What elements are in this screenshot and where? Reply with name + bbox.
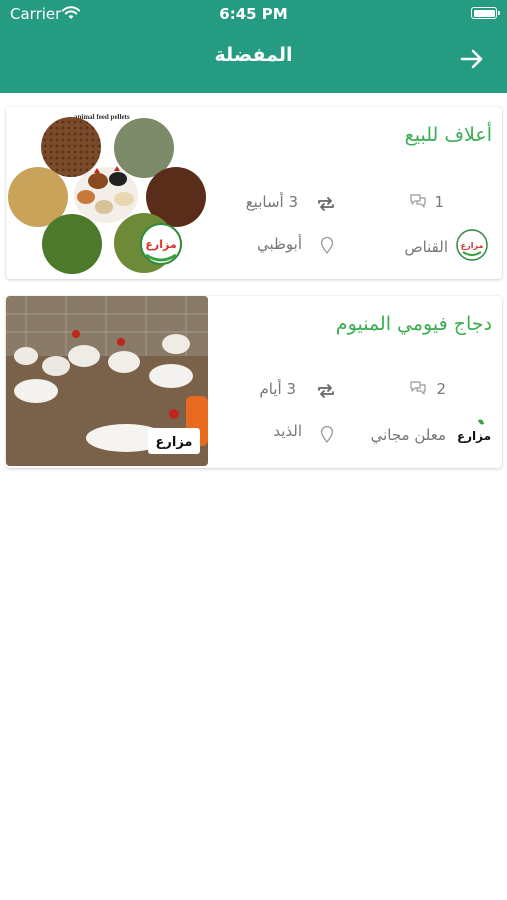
listing-card[interactable]: animal feed pellets مزارع أعلاف للبيع 1 … [6, 107, 502, 279]
listing-location: الذيد [273, 422, 302, 440]
location-pin-icon [320, 425, 334, 443]
svg-text:مزارع: مزارع [461, 241, 484, 250]
seller-name: معلن مجاني [370, 426, 446, 444]
listing-title[interactable]: أعلاف للبيع [405, 124, 492, 146]
status-bar: Carrier 6:45 PM [0, 0, 507, 28]
repost-icon [318, 197, 334, 211]
seller-avatar: مزارع [456, 229, 488, 261]
listing-location: أبوظبي [256, 235, 302, 253]
repost-icon [318, 384, 334, 398]
svg-text:مزارع: مزارع [457, 429, 491, 443]
location-pin-icon [320, 236, 334, 254]
listing-age: 3 أيام [259, 380, 296, 398]
listing-title[interactable]: دجاج فيومي المنيوم [336, 313, 492, 335]
comments-icon [410, 194, 426, 208]
listing-card[interactable]: مزارع دجاج فيومي المنيوم 2 3 أيام معلن م… [6, 296, 502, 468]
listing-age: 3 أسابيع [245, 193, 298, 211]
battery-icon [471, 7, 500, 19]
comments-count: 2 [436, 380, 446, 398]
svg-text:مزارع: مزارع [156, 435, 193, 450]
status-time: 6:45 PM [219, 5, 288, 23]
listing-image[interactable]: مزارع [6, 296, 208, 466]
comments-count: 1 [434, 193, 444, 211]
back-arrow-icon[interactable] [459, 46, 485, 72]
navigation-bar: Carrier 6:45 PM المفضلة [0, 0, 507, 93]
brand-logo-text: مزارع [145, 238, 176, 251]
seller-avatar: مزارع [456, 416, 492, 448]
seller-name: القناص [404, 238, 448, 256]
page-title: المفضلة [214, 44, 293, 66]
listing-image[interactable]: animal feed pellets مزارع [6, 107, 208, 277]
comments-icon [410, 381, 426, 395]
